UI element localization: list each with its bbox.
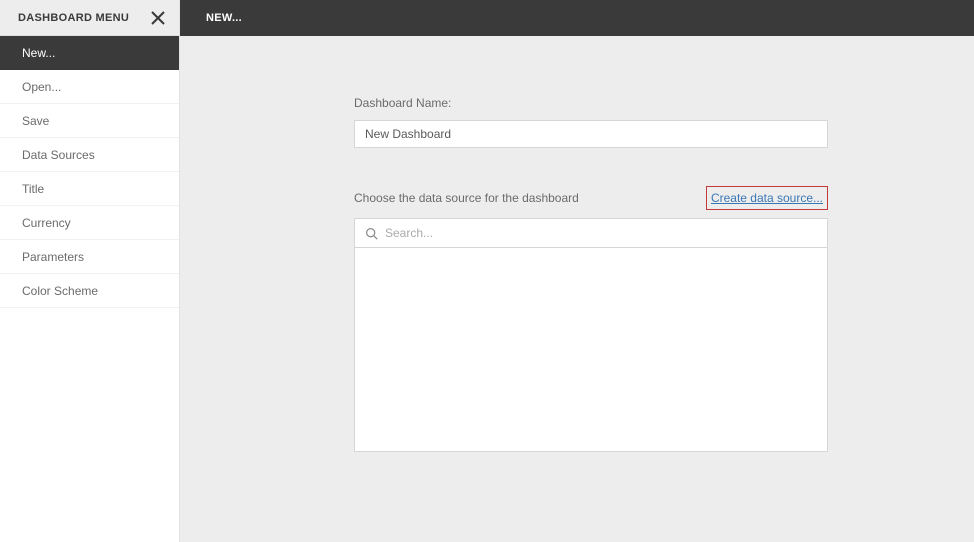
search-input[interactable] bbox=[385, 226, 817, 240]
search-box bbox=[354, 218, 828, 248]
sidebar-item-label: Save bbox=[22, 114, 49, 128]
sidebar-item-open[interactable]: Open... bbox=[0, 70, 179, 104]
dashboard-name-label: Dashboard Name: bbox=[354, 96, 824, 110]
sidebar-item-label: Open... bbox=[22, 80, 61, 94]
sidebar-title: DASHBOARD MENU bbox=[18, 12, 129, 24]
sidebar: DASHBOARD MENU New... Open... Save Data … bbox=[0, 0, 180, 542]
sidebar-item-color-scheme[interactable]: Color Scheme bbox=[0, 274, 179, 308]
topbar: NEW... bbox=[180, 0, 974, 36]
close-icon[interactable] bbox=[147, 7, 169, 29]
sidebar-item-label: Currency bbox=[22, 216, 71, 230]
sidebar-item-label: Title bbox=[22, 182, 44, 196]
data-source-label: Choose the data source for the dashboard bbox=[354, 191, 579, 205]
create-data-source-link[interactable]: Create data source... bbox=[711, 191, 823, 205]
create-data-source-highlight: Create data source... bbox=[706, 186, 828, 210]
sidebar-item-label: Data Sources bbox=[22, 148, 95, 162]
search-icon bbox=[365, 227, 378, 240]
sidebar-item-parameters[interactable]: Parameters bbox=[0, 240, 179, 274]
main-panel: Dashboard Name: Choose the data source f… bbox=[180, 36, 974, 542]
sidebar-header: DASHBOARD MENU bbox=[0, 0, 179, 36]
data-source-row: Choose the data source for the dashboard… bbox=[354, 186, 828, 210]
sidebar-item-currency[interactable]: Currency bbox=[0, 206, 179, 240]
dashboard-name-input[interactable] bbox=[354, 120, 828, 148]
sidebar-item-save[interactable]: Save bbox=[0, 104, 179, 138]
sidebar-item-label: Parameters bbox=[22, 250, 84, 264]
sidebar-item-new[interactable]: New... bbox=[0, 36, 179, 70]
page-title: NEW... bbox=[206, 12, 242, 24]
sidebar-item-label: New... bbox=[22, 46, 55, 60]
sidebar-item-data-sources[interactable]: Data Sources bbox=[0, 138, 179, 172]
data-source-list[interactable] bbox=[354, 248, 828, 452]
sidebar-item-label: Color Scheme bbox=[22, 284, 98, 298]
sidebar-item-title[interactable]: Title bbox=[0, 172, 179, 206]
